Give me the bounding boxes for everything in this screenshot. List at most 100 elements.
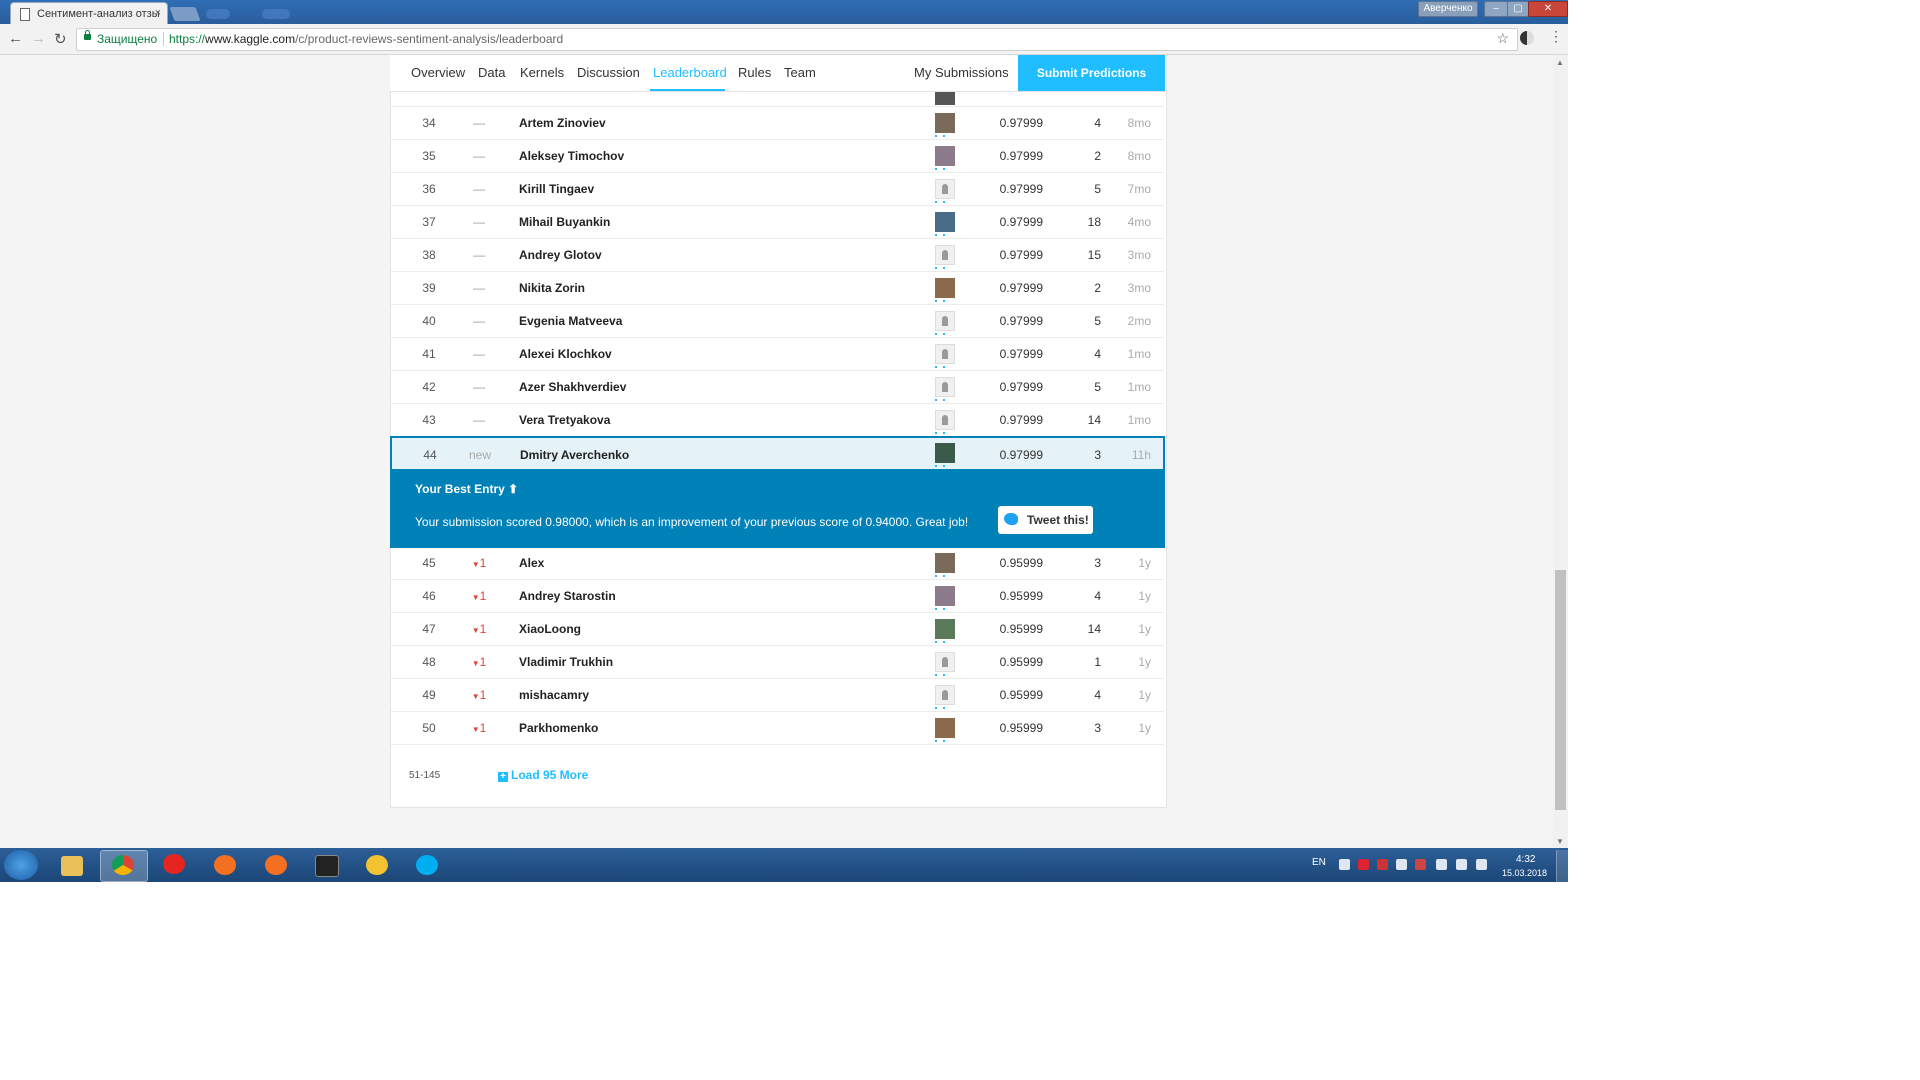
team-name[interactable]: XiaoLoong <box>519 622 581 636</box>
team-name[interactable]: mishacamry <box>519 688 589 702</box>
avatar[interactable] <box>935 586 955 606</box>
avatar[interactable] <box>935 212 955 232</box>
avatar[interactable] <box>935 278 955 298</box>
my-leaderboard-row[interactable]: 44 new Dmitry Averchenko 0.97999 3 11h <box>390 436 1165 471</box>
avatar[interactable] <box>935 652 955 672</box>
team-name[interactable]: Nikita Zorin <box>519 281 585 295</box>
team-name[interactable]: Mihail Buyankin <box>519 215 610 229</box>
avatar[interactable] <box>935 245 955 265</box>
tab-team[interactable]: Team <box>784 65 816 80</box>
avatar[interactable] <box>935 146 955 166</box>
table-row[interactable]: 37 — Mihail Buyankin 0.97999 18 4mo <box>391 205 1164 239</box>
new-tab-button[interactable] <box>169 7 201 21</box>
tab-discussion[interactable]: Discussion <box>577 65 640 80</box>
team-name[interactable]: Vladimir Trukhin <box>519 655 613 669</box>
app-task[interactable] <box>202 850 248 880</box>
avatar[interactable] <box>935 410 955 430</box>
table-row[interactable]: 49 ▼1 mishacamry 0.95999 4 1y <box>391 678 1164 712</box>
table-row[interactable]: 40 — Evgenia Matveeva 0.97999 5 2mo <box>391 304 1164 338</box>
chrome-task[interactable] <box>100 850 148 882</box>
avatar[interactable] <box>935 344 955 364</box>
url-text[interactable]: https://www.kaggle.com/c/product-reviews… <box>169 32 563 46</box>
table-row[interactable]: 34 — Artem Zinoviev 0.97999 4 8mo <box>391 106 1164 140</box>
avatar[interactable] <box>935 113 955 133</box>
avatar[interactable] <box>935 377 955 397</box>
explorer-task[interactable] <box>49 850 95 880</box>
start-button[interactable] <box>4 850 38 880</box>
table-row[interactable]: 43 — Vera Tretyakova 0.97999 14 1mo <box>391 403 1164 437</box>
table-row[interactable]: 35 — Aleksey Timochov 0.97999 2 8mo <box>391 139 1164 173</box>
table-row[interactable]: 39 — Nikita Zorin 0.97999 2 3mo <box>391 271 1164 305</box>
table-row[interactable]: 46 ▼1 Andrey Starostin 0.95999 4 1y <box>391 579 1164 613</box>
table-row[interactable]: 36 — Kirill Tingaev 0.97999 5 7mo <box>391 172 1164 206</box>
app-task[interactable] <box>354 850 400 880</box>
table-row[interactable]: 45 ▼1 Alex 0.95999 3 1y <box>391 546 1164 580</box>
table-row[interactable]: 47 ▼1 XiaoLoong 0.95999 14 1y <box>391 612 1164 646</box>
team-name[interactable]: Alex <box>519 556 544 570</box>
table-row[interactable]: 41 — Alexei Klochkov 0.97999 4 1mo <box>391 337 1164 371</box>
table-row[interactable]: 42 — Azer Shakhverdiev 0.97999 5 1mo <box>391 370 1164 404</box>
tray-icon[interactable] <box>1339 859 1350 870</box>
scroll-down-icon[interactable]: ▼ <box>1556 837 1564 846</box>
tweet-this-button[interactable]: Tweet this! <box>998 506 1093 534</box>
minimize-button[interactable]: – <box>1484 1 1508 17</box>
reload-icon[interactable]: ↻ <box>54 30 67 48</box>
volume-icon[interactable] <box>1476 859 1487 870</box>
avatar[interactable] <box>935 553 955 573</box>
back-arrow-icon[interactable]: ← <box>8 30 23 47</box>
table-row[interactable]: 48 ▼1 Vladimir Trukhin 0.95999 1 1y <box>391 645 1164 679</box>
tab-data[interactable]: Data <box>478 65 505 80</box>
close-window-button[interactable]: ✕ <box>1528 1 1568 17</box>
yandex-task[interactable] <box>151 850 197 880</box>
browser-menu-icon[interactable]: ⋮ <box>1549 28 1563 45</box>
team-name[interactable]: Parkhomenko <box>519 721 598 735</box>
team-name[interactable]: Alexei Klochkov <box>519 347 612 361</box>
tray-icon[interactable] <box>1396 859 1407 870</box>
avatar[interactable] <box>935 443 955 463</box>
forward-arrow-icon[interactable]: → <box>31 30 46 47</box>
maximize-button[interactable]: ▢ <box>1507 1 1529 17</box>
my-submissions-link[interactable]: My Submissions <box>914 65 1009 80</box>
team-name[interactable]: Andrey Glotov <box>519 248 602 262</box>
load-more-button[interactable]: + Load 95 More <box>498 768 588 782</box>
tab-leaderboard[interactable]: Leaderboard <box>653 65 727 80</box>
bookmark-star-icon[interactable]: ☆ <box>1496 30 1509 47</box>
avatar[interactable] <box>935 718 955 738</box>
team-name[interactable]: Artem Zinoviev <box>519 116 606 130</box>
scrollbar-thumb[interactable] <box>1555 570 1566 810</box>
team-name[interactable]: Azer Shakhverdiev <box>519 380 626 394</box>
submit-predictions-button[interactable]: Submit Predictions <box>1018 55 1165 91</box>
team-name[interactable]: Andrey Starostin <box>519 589 616 603</box>
avatar[interactable] <box>935 685 955 705</box>
team-name[interactable]: Dmitry Averchenko <box>520 448 629 462</box>
tray-icon[interactable] <box>1415 859 1426 870</box>
tab-rules[interactable]: Rules <box>738 65 771 80</box>
browser-tab-active[interactable]: Сентимент-анализ отзы × <box>10 2 168 24</box>
app-task[interactable] <box>253 850 299 880</box>
extension-icon[interactable] <box>1520 31 1534 45</box>
profile-chip[interactable]: Аверченко <box>1418 1 1478 17</box>
team-name[interactable]: Aleksey Timochov <box>519 149 624 163</box>
network-icon[interactable] <box>1456 859 1467 870</box>
team-name[interactable]: Evgenia Matveeva <box>519 314 622 328</box>
tray-icon[interactable] <box>1436 859 1447 870</box>
shield-icon[interactable] <box>1377 859 1388 870</box>
avatar[interactable] <box>935 619 955 639</box>
tab-kernels[interactable]: Kernels <box>520 65 564 80</box>
table-row[interactable]: 50 ▼1 Parkhomenko 0.95999 3 1y <box>391 711 1164 745</box>
tab-close-icon[interactable]: × <box>155 7 161 19</box>
team-name[interactable]: Vera Tretyakova <box>519 413 610 427</box>
tab-overview[interactable]: Overview <box>411 65 465 80</box>
show-desktop-button[interactable] <box>1556 850 1569 882</box>
table-row[interactable]: 38 — Andrey Glotov 0.97999 15 3mo <box>391 238 1164 272</box>
tray-icon[interactable] <box>1358 859 1369 870</box>
language-indicator[interactable]: EN <box>1312 857 1326 868</box>
address-bar[interactable]: Защищено https://www.kaggle.com/c/produc… <box>76 28 1518 51</box>
clock-time[interactable]: 4:32 <box>1516 854 1535 865</box>
team-name[interactable]: Kirill Tingaev <box>519 182 594 196</box>
clock-date[interactable]: 15.03.2018 <box>1502 868 1547 878</box>
skype-task[interactable] <box>404 850 450 880</box>
avatar[interactable] <box>935 179 955 199</box>
terminal-task[interactable] <box>303 850 349 880</box>
avatar[interactable] <box>935 311 955 331</box>
